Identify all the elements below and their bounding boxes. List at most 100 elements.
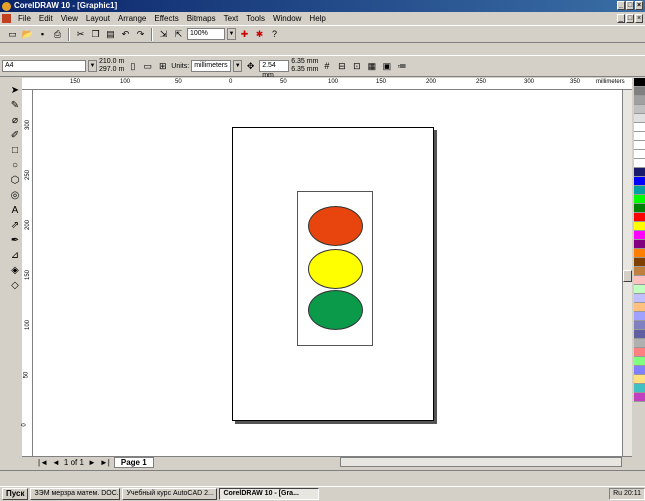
previous-page-button[interactable]: ◄ (52, 458, 60, 467)
language-indicator[interactable]: Ru (613, 490, 622, 497)
palette-swatch[interactable] (634, 321, 645, 330)
rectangle-tool-icon[interactable]: □ (9, 144, 21, 157)
palette-swatch[interactable] (634, 150, 645, 159)
zoom-level-field[interactable]: 100% (187, 28, 225, 40)
vertical-scrollbar[interactable] (622, 90, 632, 456)
palette-swatch[interactable] (634, 294, 645, 303)
set-default-icon[interactable]: ⊞ (156, 60, 169, 73)
palette-swatch[interactable] (634, 159, 645, 168)
interactive-blend-icon[interactable]: ⇗ (9, 219, 21, 232)
menu-edit[interactable]: Edit (35, 12, 57, 25)
freehand-tool-icon[interactable]: ✐ (9, 129, 21, 142)
text-tool-icon[interactable]: A (9, 204, 21, 217)
palette-swatch[interactable] (634, 114, 645, 123)
export-icon[interactable]: ⇱ (172, 28, 185, 41)
palette-swatch[interactable] (634, 204, 645, 213)
fill-tool-icon[interactable]: ◈ (9, 264, 21, 277)
doc-minimize-button[interactable]: _ (617, 14, 625, 23)
horizontal-ruler[interactable]: 150 100 50 0 50 100 150 200 250 300 350 … (22, 78, 632, 90)
palette-swatch[interactable] (634, 195, 645, 204)
next-page-button[interactable]: ► (88, 458, 96, 467)
nudge-offset-field[interactable]: 2.54 mm (259, 60, 290, 79)
palette-swatch[interactable] (634, 303, 645, 312)
green-light-ellipse[interactable] (308, 290, 363, 330)
palette-swatch[interactable] (634, 78, 645, 87)
drawing-canvas[interactable] (33, 90, 622, 456)
vertical-ruler[interactable]: 300 250 200 150 100 50 0 (22, 90, 33, 456)
save-icon[interactable]: ▪ (36, 28, 49, 41)
shape-tool-icon[interactable]: ✎ (9, 99, 21, 112)
redo-icon[interactable]: ↷ (134, 28, 147, 41)
outline-tool-icon[interactable]: ⊿ (9, 249, 21, 262)
new-file-icon[interactable]: ▭ (6, 28, 19, 41)
menu-text[interactable]: Text (220, 12, 243, 25)
chevron-down-icon[interactable]: ▼ (233, 60, 243, 72)
palette-swatch[interactable] (634, 141, 645, 150)
menu-layout[interactable]: Layout (82, 12, 114, 25)
taskbar-item[interactable]: ЗЭМ мерзра матем. DOC... (30, 488, 121, 500)
menu-arrange[interactable]: Arrange (114, 12, 150, 25)
palette-swatch[interactable] (634, 267, 645, 276)
palette-swatch[interactable] (634, 105, 645, 114)
menu-effects[interactable]: Effects (150, 12, 182, 25)
palette-swatch[interactable] (634, 87, 645, 96)
options-icon[interactable]: ≔ (395, 60, 408, 73)
open-folder-icon[interactable]: 📂 (21, 28, 34, 41)
palette-swatch[interactable] (634, 348, 645, 357)
palette-swatch[interactable] (634, 177, 645, 186)
palette-swatch[interactable] (634, 240, 645, 249)
palette-swatch[interactable] (634, 132, 645, 141)
palette-swatch[interactable] (634, 366, 645, 375)
palette-swatch[interactable] (634, 249, 645, 258)
palette-swatch[interactable] (634, 231, 645, 240)
start-button[interactable]: Пуск (2, 488, 29, 500)
copy-icon[interactable]: ❐ (89, 28, 102, 41)
yellow-light-ellipse[interactable] (308, 249, 363, 289)
palette-swatch[interactable] (634, 222, 645, 231)
palette-swatch[interactable] (634, 186, 645, 195)
menu-tools[interactable]: Tools (242, 12, 269, 25)
first-page-button[interactable]: |◄ (38, 458, 48, 467)
palette-swatch[interactable] (634, 276, 645, 285)
maximize-button[interactable]: □ (626, 1, 634, 10)
minimize-button[interactable]: _ (617, 1, 625, 10)
undo-icon[interactable]: ↶ (119, 28, 132, 41)
palette-swatch[interactable] (634, 339, 645, 348)
graphics-options-icon[interactable]: ▦ (365, 60, 378, 73)
palette-swatch[interactable] (634, 123, 645, 132)
menu-bitmaps[interactable]: Bitmaps (183, 12, 220, 25)
red-light-ellipse[interactable] (308, 206, 363, 246)
units-select[interactable]: millimeters (191, 60, 232, 72)
chevron-down-icon[interactable]: ▼ (88, 60, 97, 72)
knife-tool-icon[interactable]: ⌀ (9, 114, 21, 127)
horizontal-scrollbar[interactable] (340, 457, 622, 467)
palette-swatch[interactable] (634, 258, 645, 267)
page-width-value[interactable]: 210.0 m (99, 58, 124, 66)
traffic-light-frame[interactable] (297, 191, 373, 346)
page-height-value[interactable]: 297.0 m (99, 66, 124, 74)
palette-swatch[interactable] (634, 312, 645, 321)
landscape-icon[interactable]: ▭ (141, 60, 154, 73)
whats-this-icon[interactable]: ? (268, 28, 281, 41)
text-options-icon[interactable]: ▣ (380, 60, 393, 73)
menu-file[interactable]: File (14, 12, 35, 25)
palette-swatch[interactable] (634, 285, 645, 294)
portrait-icon[interactable]: ▯ (126, 60, 139, 73)
cut-icon[interactable]: ✂ (74, 28, 87, 41)
palette-swatch[interactable] (634, 384, 645, 393)
duplicate-y-value[interactable]: 6.35 mm (291, 66, 318, 74)
print-icon[interactable]: ⎙ (51, 28, 64, 41)
duplicate-x-value[interactable]: 6.35 mm (291, 58, 318, 66)
doc-close-button[interactable]: × (635, 14, 643, 23)
ellipse-tool-icon[interactable]: ○ (9, 159, 21, 172)
import-icon[interactable]: ⇲ (157, 28, 170, 41)
polygon-tool-icon[interactable]: ⬡ (9, 174, 21, 187)
corel-online-icon[interactable]: ✱ (253, 28, 266, 41)
eyedropper-tool-icon[interactable]: ✒ (9, 234, 21, 247)
interactive-fill-icon[interactable]: ◇ (9, 279, 21, 292)
palette-swatch[interactable] (634, 357, 645, 366)
application-launcher-icon[interactable]: ✚ (238, 28, 251, 41)
palette-swatch[interactable] (634, 213, 645, 222)
taskbar-item-coreldraw[interactable]: CorelDRAW 10 - [Gra... (219, 488, 320, 500)
menu-help[interactable]: Help (305, 12, 329, 25)
